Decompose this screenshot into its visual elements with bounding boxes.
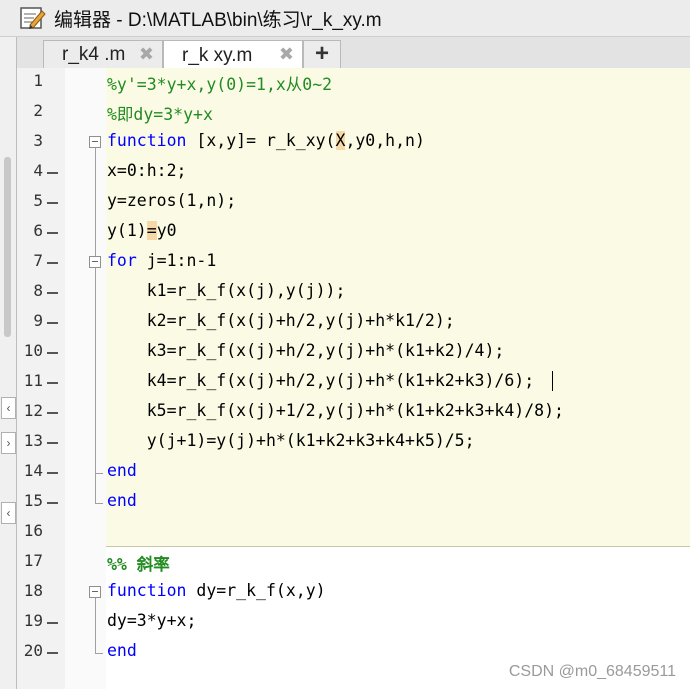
breakpoint-marker-icon[interactable] xyxy=(47,202,58,204)
breakpoint-marker-icon[interactable] xyxy=(47,502,58,504)
fold-collapse-icon[interactable] xyxy=(89,586,101,598)
breakpoint-marker-icon[interactable] xyxy=(47,622,58,624)
code-line[interactable]: 4 x=0:h:2; xyxy=(17,158,690,188)
breakpoint-marker-icon[interactable] xyxy=(47,652,58,654)
code-text[interactable]: k5=r_k_f(x(j)+1/2,y(j)+h*(k1+k2+k3+k4)/8… xyxy=(107,401,564,420)
line-number[interactable]: 4 xyxy=(17,161,43,180)
code-line[interactable]: 14 end xyxy=(17,458,690,488)
code-text[interactable]: function dy=r_k_f(x,y) xyxy=(107,581,326,600)
line-number[interactable]: 13 xyxy=(17,431,43,450)
editor-tab-bar: r_k4 .m ✖ r_k xy.m ✖ + xyxy=(17,37,690,70)
line-number[interactable]: 16 xyxy=(17,521,43,540)
code-text[interactable]: for j=1:n-1 xyxy=(107,251,216,270)
watermark: CSDN @m0_68459511 xyxy=(508,663,676,680)
code-line[interactable]: 8 k1=r_k_f(x(j),y(j)); xyxy=(17,278,690,308)
code-text[interactable]: k4=r_k_f(x(j)+h/2,y(j)+h*(k1+k2+k3)/6); xyxy=(107,371,534,390)
title-bar: 编辑器 - D:\MATLAB\bin\练习\r_k_xy.m xyxy=(0,0,690,37)
docked-panel-strip: ‹ › ‹ xyxy=(0,37,17,689)
code-line[interactable]: 12 k5=r_k_f(x(j)+1/2,y(j)+h*(k1+k2+k3+k4… xyxy=(17,398,690,428)
breakpoint-marker-icon[interactable] xyxy=(47,322,58,324)
code-text[interactable]: k1=r_k_f(x(j),y(j)); xyxy=(107,281,346,300)
breakpoint-marker-icon[interactable] xyxy=(47,232,58,234)
tab-label: r_k4 .m xyxy=(62,43,126,65)
code-text[interactable]: k2=r_k_f(x(j)+h/2,y(j)+h*k1/2); xyxy=(107,311,455,330)
code-text[interactable]: %% 斜率 xyxy=(107,551,170,575)
code-line[interactable]: 15 end xyxy=(17,488,690,518)
breakpoint-marker-icon[interactable] xyxy=(47,472,58,474)
panel-scrollbar[interactable] xyxy=(4,157,11,337)
code-line[interactable]: 18 function dy=r_k_f(x,y) xyxy=(17,578,690,608)
code-line[interactable]: 17 %% 斜率 xyxy=(17,548,690,578)
fold-collapse-icon[interactable] xyxy=(89,136,101,148)
close-tab-icon[interactable]: ✖ xyxy=(279,44,294,65)
code-text[interactable]: y(j+1)=y(j)+h*(k1+k2+k3+k4+k5)/5; xyxy=(107,431,475,450)
code-line[interactable]: 19 dy=3*y+x; xyxy=(17,608,690,638)
panel-expand-icon[interactable]: › xyxy=(1,432,16,454)
code-text[interactable]: dy=3*y+x; xyxy=(107,611,196,630)
breakpoint-marker-icon[interactable] xyxy=(47,262,58,264)
fold-collapse-icon[interactable] xyxy=(89,256,101,268)
panel-options-icon[interactable]: ‹ xyxy=(1,502,16,524)
fold-end-marker xyxy=(95,638,103,654)
tab-r-k4[interactable]: r_k4 .m ✖ xyxy=(43,40,163,68)
breakpoint-marker-icon[interactable] xyxy=(47,442,58,444)
code-line[interactable]: 2 %即dy=3*y+x xyxy=(17,98,690,128)
line-number[interactable]: 17 xyxy=(17,551,43,570)
line-number[interactable]: 20 xyxy=(17,641,43,660)
code-line[interactable]: 13 y(j+1)=y(j)+h*(k1+k2+k3+k4+k5)/5; xyxy=(17,428,690,458)
code-line[interactable]: 7 for j=1:n-1 xyxy=(17,248,690,278)
code-line[interactable]: 11 k4=r_k_f(x(j)+h/2,y(j)+h*(k1+k2+k3)/6… xyxy=(17,368,690,398)
code-line[interactable]: 9 k2=r_k_f(x(j)+h/2,y(j)+h*k1/2); xyxy=(17,308,690,338)
line-number[interactable]: 14 xyxy=(17,461,43,480)
fold-end-marker xyxy=(95,488,103,504)
line-number[interactable]: 11 xyxy=(17,371,43,390)
code-text[interactable]: x=0:h:2; xyxy=(107,161,186,180)
code-text[interactable]: %即dy=3*y+x xyxy=(107,101,213,125)
line-number[interactable]: 15 xyxy=(17,491,43,510)
code-text[interactable]: %y'=3*y+x,y(0)=1,x从0~2 xyxy=(107,71,332,95)
code-text[interactable]: end xyxy=(107,641,137,660)
line-number[interactable]: 1 xyxy=(17,71,43,90)
line-number[interactable]: 18 xyxy=(17,581,43,600)
tab-label: r_k xy.m xyxy=(182,44,253,66)
line-number[interactable]: 2 xyxy=(17,101,43,120)
code-text[interactable]: y(1)=y0 xyxy=(107,221,177,240)
line-number[interactable]: 3 xyxy=(17,131,43,150)
line-number[interactable]: 10 xyxy=(17,341,43,360)
code-text[interactable]: end xyxy=(107,461,137,480)
code-line[interactable]: 6 y(1)=y0 xyxy=(17,218,690,248)
text-cursor xyxy=(552,371,553,391)
line-number[interactable]: 5 xyxy=(17,191,43,210)
code-text[interactable]: k3=r_k_f(x(j)+h/2,y(j)+h*(k1+k2)/4); xyxy=(107,341,505,360)
line-number[interactable]: 12 xyxy=(17,401,43,420)
line-number[interactable]: 9 xyxy=(17,311,43,330)
editor-app-icon xyxy=(20,7,46,29)
fold-end-marker xyxy=(95,458,103,474)
code-text[interactable]: function [x,y]= r_k_xy(X,y0,h,n) xyxy=(107,131,425,150)
line-number[interactable]: 7 xyxy=(17,251,43,270)
breakpoint-marker-icon[interactable] xyxy=(47,172,58,174)
code-editor[interactable]: 1 %y'=3*y+x,y(0)=1,x从0~2 2 %即dy=3*y+x 3 funct… xyxy=(17,68,690,689)
close-tab-icon[interactable]: ✖ xyxy=(139,44,154,65)
line-number[interactable]: 6 xyxy=(17,221,43,240)
code-line[interactable]: 10 k3=r_k_f(x(j)+h/2,y(j)+h*(k1+k2)/4); xyxy=(17,338,690,368)
breakpoint-marker-icon[interactable] xyxy=(47,352,58,354)
line-number[interactable]: 19 xyxy=(17,611,43,630)
code-text[interactable]: y=zeros(1,n); xyxy=(107,191,236,210)
add-tab-button[interactable]: + xyxy=(303,40,341,68)
code-line[interactable]: 16 xyxy=(17,518,690,548)
panel-collapse-icon[interactable]: ‹ xyxy=(1,397,16,419)
breakpoint-marker-icon[interactable] xyxy=(47,382,58,384)
code-line[interactable]: 5 y=zeros(1,n); xyxy=(17,188,690,218)
breakpoint-marker-icon[interactable] xyxy=(47,412,58,414)
breakpoint-marker-icon[interactable] xyxy=(47,292,58,294)
window-title: 编辑器 - D:\MATLAB\bin\练习\r_k_xy.m xyxy=(54,9,382,31)
tab-r-k-xy[interactable]: r_k xy.m ✖ xyxy=(163,40,303,70)
code-line[interactable]: 1 %y'=3*y+x,y(0)=1,x从0~2 xyxy=(17,68,690,98)
code-line[interactable]: 3 function [x,y]= r_k_xy(X,y0,h,n) xyxy=(17,128,690,158)
line-number[interactable]: 8 xyxy=(17,281,43,300)
code-text[interactable]: end xyxy=(107,491,137,510)
